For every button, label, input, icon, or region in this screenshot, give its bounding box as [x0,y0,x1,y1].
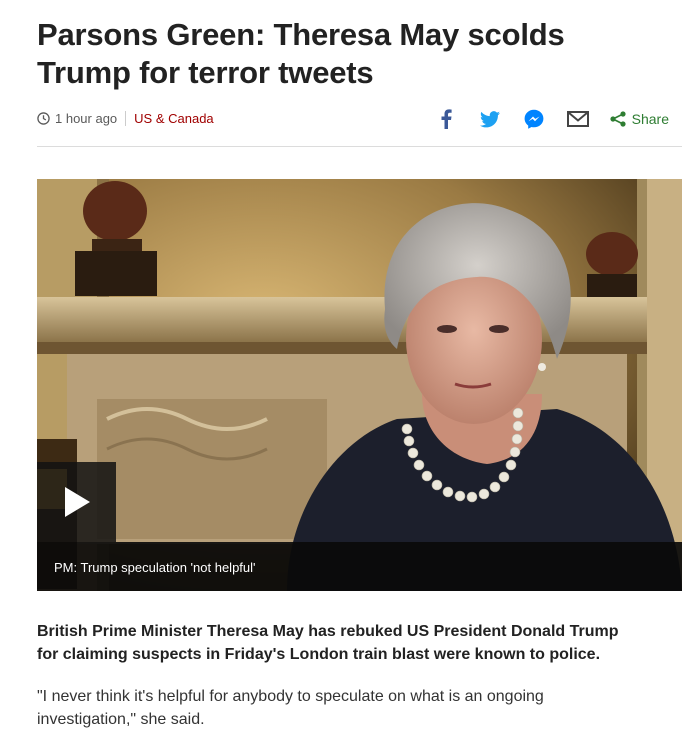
play-button[interactable] [37,462,116,542]
twitter-icon [479,110,500,127]
share-icon [610,111,626,127]
article-lead: British Prime Minister Theresa May has r… [37,623,619,663]
share-tools: Share [414,107,669,131]
email-share-button[interactable] [566,107,590,131]
email-icon [566,111,589,127]
clock-icon [37,112,50,125]
article-paragraph: "I never think it's helpful for anybody … [37,688,544,728]
section-link[interactable]: US & Canada [134,111,214,126]
messenger-icon [524,109,544,129]
article-meta: 1 hour ago US & Canada [37,111,214,126]
video-caption: PM: Trump speculation 'not helpful' [37,542,682,591]
twitter-share-button[interactable] [478,107,502,131]
messenger-share-button[interactable] [522,107,546,131]
article-timestamp: 1 hour ago [55,111,118,126]
facebook-share-button[interactable] [434,107,458,131]
play-icon [64,487,90,517]
article-headline: Parsons Green: Theresa May scolds Trump … [37,17,565,90]
share-button[interactable]: Share [610,111,669,127]
video-still-image [37,179,682,591]
article-meta-bar: 1 hour ago US & Canada Share [37,104,682,147]
video-player[interactable]: PM: Trump speculation 'not helpful' [37,179,682,591]
video-caption-text: PM: Trump speculation 'not helpful' [54,560,256,575]
facebook-icon [441,109,452,129]
share-label: Share [631,111,669,127]
meta-divider [125,111,127,126]
article-page: Parsons Green: Theresa May scolds Trump … [0,0,696,744]
